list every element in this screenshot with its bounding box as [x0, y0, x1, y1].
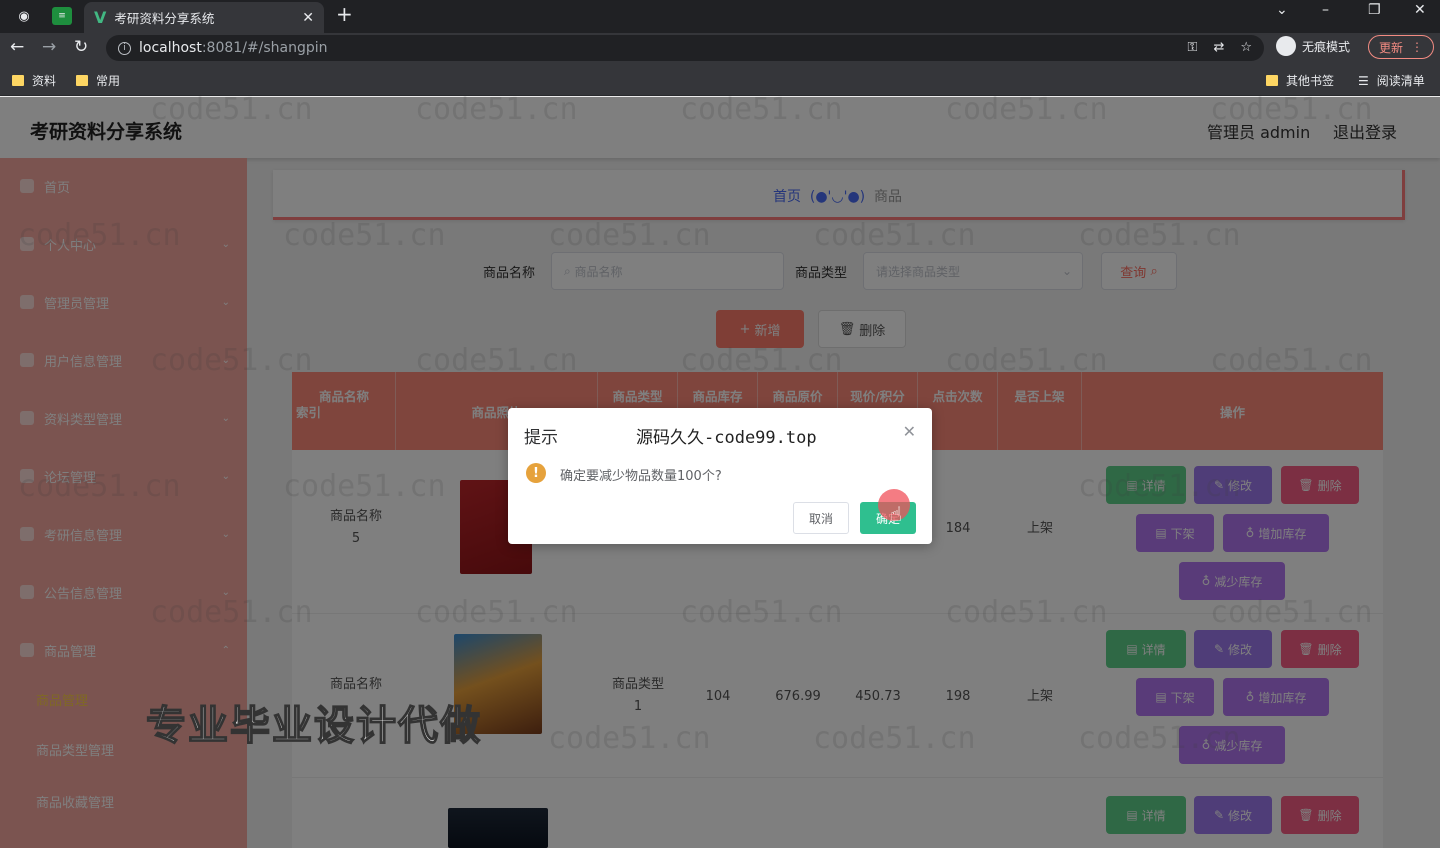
bookmark-folder-ziliao[interactable]: 资料 [12, 72, 56, 89]
window-close-button[interactable]: ✕ [1414, 2, 1426, 18]
bookmarks-bar: 资料 常用 其他书签 ☰ 阅读清单 [0, 63, 1440, 96]
hand-cursor-icon: ☝ [890, 502, 903, 526]
site-info-icon[interactable]: i [118, 41, 131, 55]
other-bookmarks[interactable]: 其他书签 [1266, 72, 1334, 89]
folder-icon [12, 75, 24, 86]
bookmark-label: 资料 [32, 74, 57, 88]
bookmark-label: 阅读清单 [1376, 74, 1425, 88]
update-button[interactable]: 更新 ⋮ [1368, 35, 1434, 59]
url-path: :8081/#/shangpin [201, 40, 328, 56]
promo-caption: 专业毕业设计代做 [145, 702, 482, 750]
reload-icon[interactable]: ↻ [74, 37, 88, 57]
back-icon[interactable]: ← [10, 37, 24, 57]
forward-icon[interactable]: → [42, 37, 56, 57]
folder-icon [1266, 75, 1278, 86]
tab-title: 考研资料分享系统 [114, 11, 215, 26]
pinned-tab-icon[interactable]: ≡ [52, 7, 72, 25]
minimize-button[interactable]: – [1322, 2, 1329, 18]
bookmark-label: 其他书签 [1286, 74, 1335, 88]
reading-list[interactable]: ☰ 阅读清单 [1358, 72, 1425, 89]
browser-toolbar: ← → ↻ i localhost:8081/#/shangpin ⚿ ⇄ ☆ [0, 33, 1440, 63]
incognito-icon [1276, 36, 1296, 56]
confirm-dialog: 提示 源码久久-code99.top ✕ ! 确定要减少物品数量100个? 取消… [508, 408, 932, 544]
bookmark-label: 常用 [96, 74, 121, 88]
vue-logo-icon: V [94, 8, 107, 27]
folder-icon [76, 75, 88, 86]
menu-dots-icon: ⋮ [1411, 40, 1423, 54]
incognito-indicator[interactable]: 无痕模式 [1276, 36, 1350, 56]
browser-tab-bar: ◉ ≡ V 考研资料分享系统 ✕ + ⌄ – ❐ ✕ [0, 0, 1440, 33]
new-tab-button[interactable]: + [336, 2, 353, 26]
translate-icon[interactable]: ⇄ [1213, 40, 1224, 55]
key-icon[interactable]: ⚿ [1188, 40, 1198, 55]
bookmark-star-icon[interactable]: ☆ [1240, 40, 1252, 55]
dialog-close-icon[interactable]: ✕ [903, 422, 916, 441]
incognito-label: 无痕模式 [1302, 39, 1351, 54]
close-tab-icon[interactable]: ✕ [302, 10, 314, 26]
url-host: localhost [139, 40, 202, 56]
tab-search-icon[interactable]: ⌄ [1276, 2, 1288, 18]
warning-icon: ! [526, 463, 546, 483]
maximize-button[interactable]: ❐ [1368, 2, 1381, 18]
chrome-icon[interactable]: ◉ [14, 4, 34, 28]
dialog-message: 确定要减少物品数量100个? [560, 469, 722, 484]
dialog-watermark-text: 源码久久-code99.top [636, 428, 817, 448]
active-tab[interactable]: V 考研资料分享系统 ✕ [84, 2, 324, 33]
dialog-title: 提示 [524, 428, 558, 448]
reading-list-icon: ☰ [1358, 73, 1369, 88]
update-label: 更新 [1378, 40, 1403, 55]
bookmark-folder-changyong[interactable]: 常用 [76, 72, 120, 89]
dialog-cancel-button[interactable]: 取消 [793, 502, 849, 534]
address-bar[interactable]: i localhost:8081/#/shangpin ⚿ ⇄ ☆ [106, 35, 1264, 61]
